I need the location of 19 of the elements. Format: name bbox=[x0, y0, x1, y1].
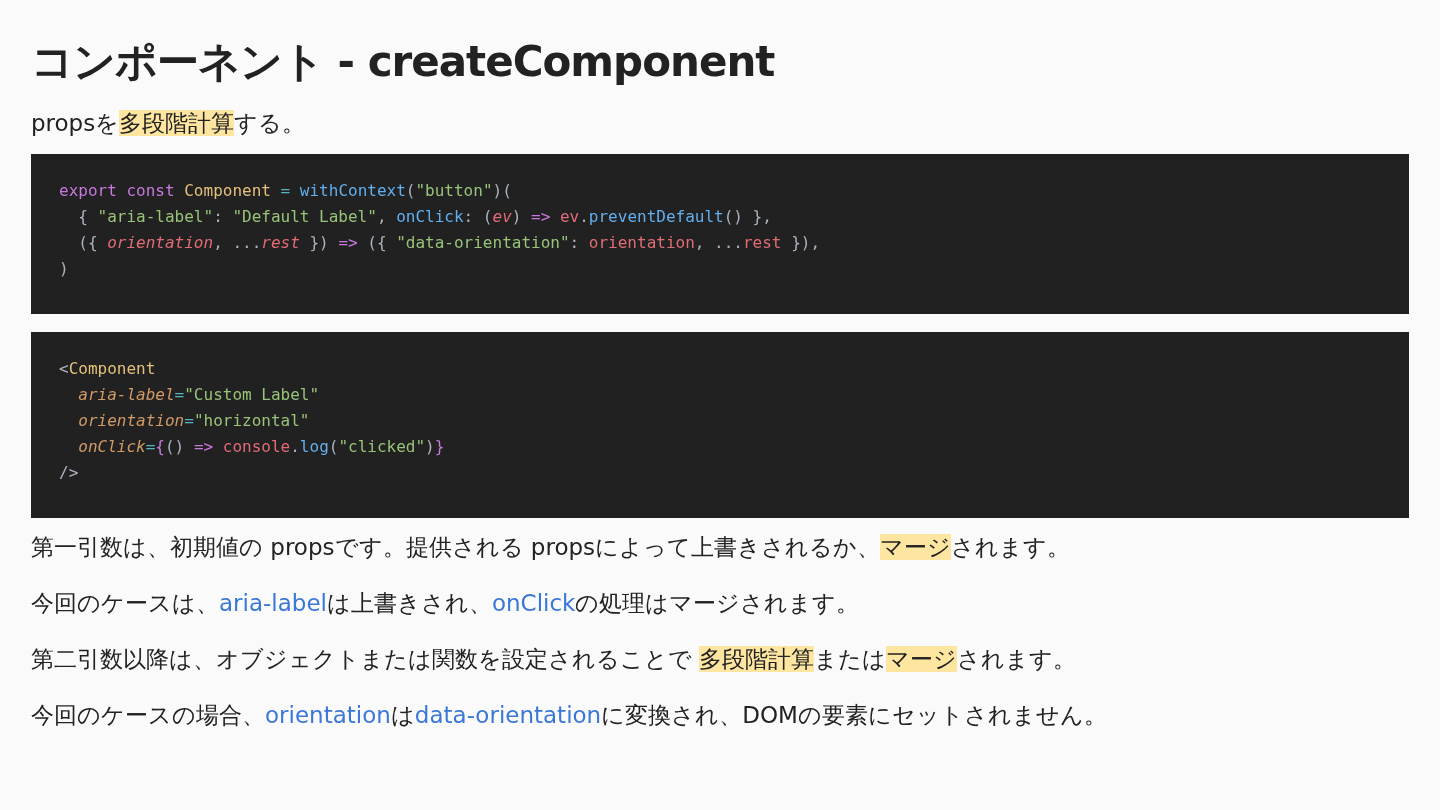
paragraph: 第二引数以降は、オブジェクトまたは関数を設定されることで 多段階計算 またはマージ されます。 bbox=[31, 645, 1077, 674]
link[interactable]: orientation bbox=[265, 702, 391, 728]
intro-text: propsを多段階計算する。 bbox=[31, 109, 306, 138]
code-line: <Component bbox=[59, 358, 156, 380]
link[interactable]: aria-label bbox=[219, 590, 327, 616]
code-line: aria-label="Custom Label" bbox=[77, 384, 320, 406]
code-line: orientation="horizontal" bbox=[77, 410, 310, 432]
code-line: { "aria-label": "Default Label", onClick: (ev) => ev.preventDefault() }, bbox=[77, 206, 772, 228]
paragraph: 今回のケースの場合、orientationはdata-orientationに変換され、DOMの要素にセットされません。 bbox=[31, 701, 1107, 730]
paragraph: 今回のケースは、aria-labelは上書きされ、onClickの処理はマージされます。 bbox=[31, 589, 860, 618]
link[interactable]: onClick bbox=[491, 590, 576, 616]
link[interactable]: data-orientation bbox=[414, 702, 602, 728]
code-line: export const Component = withContext("button")( bbox=[59, 180, 512, 202]
slide-title: コンポーネント - createComponent bbox=[31, 36, 775, 88]
code-line: ({ orientation, ...rest }) => ({ "data-orientation": orientation, ...rest }), bbox=[77, 232, 821, 254]
code-line: onClick={() => console.log("clicked")} bbox=[77, 436, 445, 458]
code-line: ) bbox=[59, 258, 69, 280]
paragraph: 第一引数は、初期値の propsです。提供される propsによって上書きされるか、マージ されます。 bbox=[31, 533, 1071, 562]
code-line: /> bbox=[59, 462, 79, 484]
